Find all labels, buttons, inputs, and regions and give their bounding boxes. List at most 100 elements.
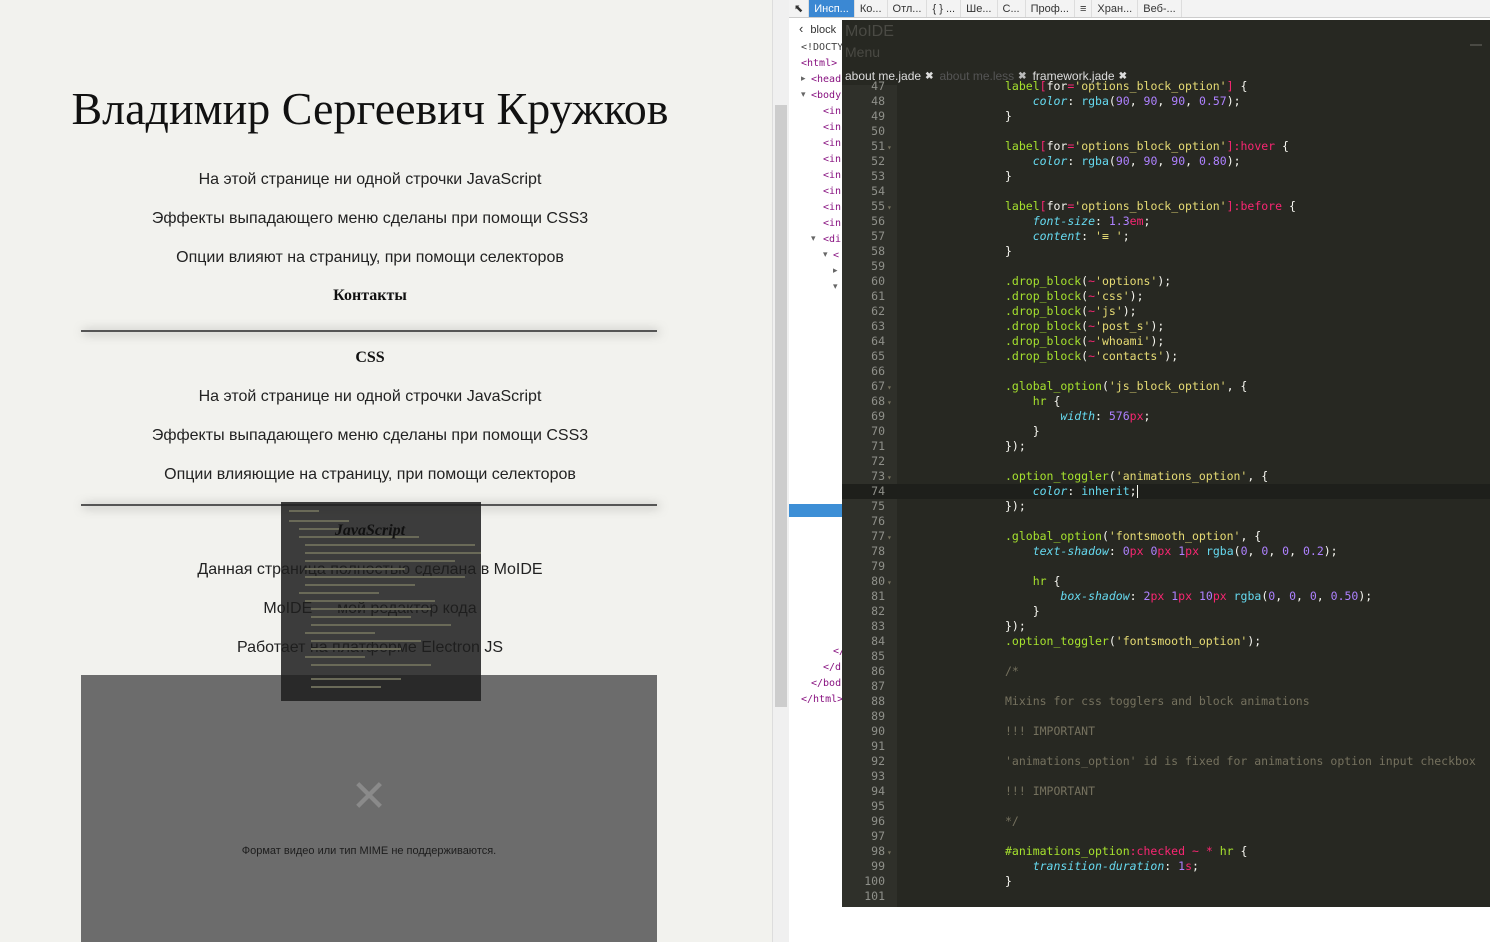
code-text[interactable]: }: [1005, 424, 1040, 439]
code-line[interactable]: 56 font-size: 1.3em;: [842, 214, 1490, 229]
code-text[interactable]: content: '≡ ';: [1005, 229, 1130, 244]
code-text[interactable]: label[for='options_block_option']:before…: [1005, 199, 1296, 214]
code-line[interactable]: 94 !!! IMPORTANT: [842, 784, 1490, 799]
code-line[interactable]: 84 .option_toggler('fontsmooth_option');: [842, 634, 1490, 649]
code-line[interactable]: 82 }: [842, 604, 1490, 619]
code-line[interactable]: 59: [842, 259, 1490, 274]
code-line[interactable]: 93: [842, 769, 1490, 784]
code-text[interactable]: width: 576px;: [1005, 409, 1150, 424]
css-heading[interactable]: CSS: [0, 349, 740, 367]
fold-toggle-icon[interactable]: ▾: [885, 200, 897, 215]
code-line[interactable]: 70 }: [842, 424, 1490, 439]
fold-toggle-icon[interactable]: ▾: [885, 530, 897, 545]
code-text[interactable]: color: rgba(90, 90, 90, 0.80);: [1005, 154, 1241, 169]
code-line[interactable]: 90 !!! IMPORTANT: [842, 724, 1490, 739]
code-text[interactable]: hr {: [1005, 574, 1061, 589]
tab-style-editor[interactable]: { } ...: [927, 0, 962, 17]
dom-node[interactable]: </html>: [801, 694, 843, 705]
tab-debugger[interactable]: Отл...: [888, 0, 928, 17]
code-text[interactable]: .drop_block(~'options');: [1005, 274, 1171, 289]
fold-toggle-icon[interactable]: ▾: [885, 395, 897, 410]
minimize-icon[interactable]: [1470, 44, 1482, 46]
code-line[interactable]: 67 ▾ .global_option('js_block_option', {: [842, 379, 1490, 394]
collapse-icon[interactable]: ▾: [811, 234, 816, 244]
code-line[interactable]: 88 Mixins for css togglers and block anim…: [842, 694, 1490, 709]
code-text[interactable]: .global_option('fontsmooth_option', {: [1005, 529, 1261, 544]
page-scrollbar[interactable]: [772, 0, 789, 942]
fold-toggle-icon[interactable]: ▾: [885, 845, 897, 860]
code-line[interactable]: 49}: [842, 109, 1490, 124]
collapse-icon[interactable]: ▾: [823, 250, 828, 260]
code-text[interactable]: });: [1005, 619, 1026, 634]
tab-shader-editor[interactable]: Ше...: [961, 0, 998, 17]
code-text[interactable]: .option_toggler('fontsmooth_option');: [1005, 634, 1261, 649]
code-line[interactable]: 95: [842, 799, 1490, 814]
dom-node[interactable]: </d: [823, 662, 841, 673]
code-text[interactable]: .drop_block(~'contacts');: [1005, 349, 1178, 364]
code-line[interactable]: 69 width: 576px;: [842, 409, 1490, 424]
code-text[interactable]: color: inherit;: [1005, 484, 1138, 499]
code-line[interactable]: 100}: [842, 874, 1490, 889]
tab-console[interactable]: Ко...: [855, 0, 888, 17]
code-text[interactable]: }: [1005, 874, 1012, 889]
code-line[interactable]: 77 ▾ .global_option('fontsmooth_option', {: [842, 529, 1490, 544]
code-line[interactable]: 73 ▾ .option_toggler('animations_option', …: [842, 469, 1490, 484]
dom-node[interactable]: <in: [823, 170, 841, 181]
code-line[interactable]: 79: [842, 559, 1490, 574]
dom-node[interactable]: <in: [823, 218, 841, 229]
code-text[interactable]: text-shadow: 0px 0px 1px rgba(0, 0, 0, 0…: [1005, 544, 1338, 559]
javascript-heading[interactable]: JavaScript: [0, 522, 740, 540]
editor-menu-button[interactable]: Menu: [845, 44, 880, 60]
dom-node[interactable]: <!DOCTY: [801, 42, 843, 53]
expand-icon[interactable]: ▸: [833, 266, 838, 276]
code-text[interactable]: /*: [1005, 664, 1019, 679]
code-line[interactable]: 63 .drop_block(~'post_s');: [842, 319, 1490, 334]
dom-node[interactable]: <in: [823, 106, 841, 117]
code-line[interactable]: 97: [842, 829, 1490, 844]
video-player[interactable]: ✕ Формат видео или тип MIME не поддержив…: [81, 675, 657, 942]
tab-storage[interactable]: Хран...: [1092, 0, 1139, 17]
code-line[interactable]: 98 ▾ #animations_option:checked ~ * hr {: [842, 844, 1490, 859]
code-text[interactable]: transition-duration: 1s;: [1005, 859, 1199, 874]
code-text[interactable]: !!! IMPORTANT: [1005, 724, 1095, 739]
tab-profiler[interactable]: Проф...: [1026, 0, 1075, 17]
code-line[interactable]: 54: [842, 184, 1490, 199]
code-text[interactable]: });: [1005, 439, 1026, 454]
fold-toggle-icon[interactable]: ▾: [885, 470, 897, 485]
code-text[interactable]: .drop_block(~'css');: [1005, 289, 1144, 304]
code-line[interactable]: 75});: [842, 499, 1490, 514]
code-text[interactable]: #animations_option:checked ~ * hr {: [1005, 844, 1247, 859]
code-editor[interactable]: 47 label[for='options_block_option'] {48 …: [842, 79, 1490, 907]
code-text[interactable]: }: [1005, 244, 1012, 259]
code-text[interactable]: 'animations_option' id is fixed for anim…: [1005, 754, 1476, 769]
tab-inspector[interactable]: Инсп...: [809, 0, 855, 17]
code-line[interactable]: 92 'animations_option' id is fixed for an…: [842, 754, 1490, 769]
code-line[interactable]: 80 ▾ hr {: [842, 574, 1490, 589]
breadcrumb-item[interactable]: block: [810, 24, 836, 36]
code-text[interactable]: box-shadow: 2px 1px 10px rgba(0, 0, 0, 0…: [1005, 589, 1372, 604]
code-line[interactable]: 52 color: rgba(90, 90, 90, 0.80);: [842, 154, 1490, 169]
code-text[interactable]: .drop_block(~'js');: [1005, 304, 1137, 319]
code-text[interactable]: color: rgba(90, 90, 90, 0.57);: [1005, 94, 1241, 109]
dom-node[interactable]: <di: [823, 234, 841, 245]
chevron-left-icon[interactable]: ‹: [799, 21, 803, 36]
code-line[interactable]: 96 */: [842, 814, 1490, 829]
code-line[interactable]: 48 color: rgba(90, 90, 90, 0.57);: [842, 94, 1490, 109]
fold-toggle-icon[interactable]: ▾: [885, 140, 897, 155]
dom-node[interactable]: <in: [823, 186, 841, 197]
fold-toggle-icon[interactable]: ▾: [885, 380, 897, 395]
code-line[interactable]: 91: [842, 739, 1490, 754]
code-line[interactable]: 76: [842, 514, 1490, 529]
code-text[interactable]: }: [1005, 109, 1012, 124]
code-line[interactable]: 51 ▾ label[for='options_block_option']:hov…: [842, 139, 1490, 154]
collapse-icon[interactable]: ▾: [801, 90, 806, 100]
code-text[interactable]: }: [1005, 169, 1012, 184]
code-line[interactable]: 71});: [842, 439, 1490, 454]
code-text[interactable]: label[for='options_block_option']:hover …: [1005, 139, 1289, 154]
code-line[interactable]: 58}: [842, 244, 1490, 259]
dom-selected-row[interactable]: [789, 504, 845, 517]
code-line[interactable]: 60 .drop_block(~'options');: [842, 274, 1490, 289]
code-line[interactable]: 65 .drop_block(~'contacts');: [842, 349, 1490, 364]
code-line[interactable]: 101: [842, 889, 1490, 904]
code-text[interactable]: .option_toggler('animations_option', {: [1005, 469, 1268, 484]
